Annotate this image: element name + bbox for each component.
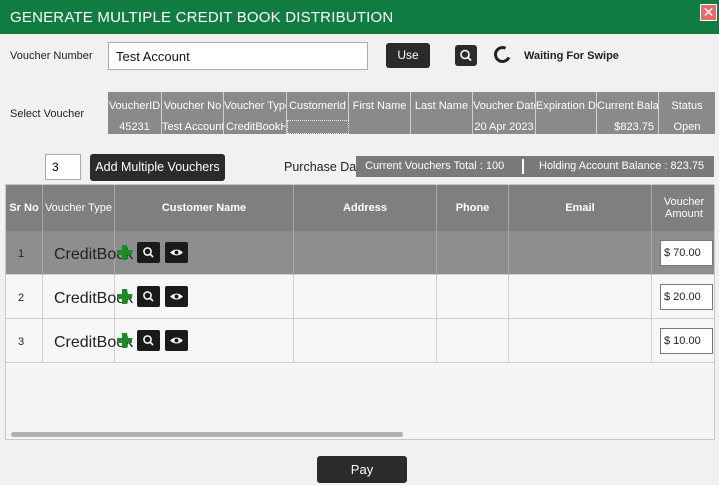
col-customer-id: CustomerId bbox=[287, 92, 349, 120]
search-icon bbox=[460, 49, 472, 62]
table-row[interactable]: 1 CreditBook $ 70.00 bbox=[6, 231, 714, 275]
purchase-date-label: Purchase Date bbox=[284, 160, 367, 174]
row-phone[interactable] bbox=[437, 231, 509, 275]
col-voucher-no: Voucher No bbox=[162, 92, 224, 120]
pay-button[interactable]: Pay bbox=[317, 456, 407, 483]
row-phone[interactable] bbox=[437, 319, 509, 363]
eye-icon bbox=[170, 249, 183, 256]
cell-first-name[interactable] bbox=[349, 120, 411, 134]
row-email[interactable] bbox=[509, 231, 652, 275]
close-icon[interactable]: ✕ bbox=[700, 4, 717, 21]
row-email[interactable] bbox=[509, 275, 652, 319]
col-status: Status bbox=[671, 100, 703, 112]
title-bar: GENERATE MULTIPLE CREDIT BOOK DISTRIBUTI… bbox=[0, 0, 719, 34]
view-customer-button[interactable] bbox=[165, 286, 188, 307]
row-address[interactable] bbox=[294, 231, 437, 275]
table-row[interactable]: 2 CreditBook $ 20.00 bbox=[6, 275, 714, 319]
voucher-number-label: Voucher Number bbox=[10, 50, 93, 62]
voucher-quantity-input[interactable] bbox=[45, 154, 81, 180]
plus-icon[interactable] bbox=[117, 245, 132, 260]
row-sr-no: 1 bbox=[18, 248, 25, 260]
row-phone[interactable] bbox=[437, 275, 509, 319]
cell-voucher-type[interactable]: CreditBookHolder bbox=[224, 120, 287, 134]
col-voucher-type: Voucher Type bbox=[224, 92, 287, 120]
cell-voucher-date[interactable]: 20 Apr 2023 bbox=[473, 120, 536, 134]
voucher-distribution-grid[interactable]: Sr No Voucher Type Customer Name Address… bbox=[5, 184, 715, 440]
col-voucher-id: VoucherID bbox=[108, 92, 162, 120]
row-sr-no: 3 bbox=[18, 336, 25, 348]
search-icon bbox=[143, 291, 154, 302]
customer-search-button[interactable] bbox=[137, 330, 160, 351]
voucher-amount-input[interactable]: $ 70.00 bbox=[660, 240, 713, 266]
col-phone: Phone bbox=[437, 185, 509, 231]
cell-voucher-id[interactable]: 45231 bbox=[108, 120, 162, 134]
view-customer-button[interactable] bbox=[165, 330, 188, 351]
add-multiple-vouchers-button[interactable]: Add Multiple Vouchers bbox=[90, 154, 225, 181]
table-row[interactable]: 3 CreditBook $ 10.00 bbox=[6, 319, 714, 363]
col-address: Address bbox=[294, 185, 437, 231]
col-first-name: First Name bbox=[349, 92, 411, 120]
voucher-number-input[interactable] bbox=[108, 42, 368, 70]
col-current-balance: Current Balance bbox=[597, 92, 659, 120]
divider bbox=[522, 159, 524, 174]
cell-expiration-date[interactable] bbox=[536, 120, 597, 134]
eye-icon bbox=[170, 337, 183, 344]
search-icon bbox=[143, 335, 154, 346]
horizontal-scrollbar[interactable] bbox=[11, 432, 403, 437]
search-icon bbox=[143, 247, 154, 258]
customer-search-button[interactable] bbox=[137, 242, 160, 263]
col-voucher-amount: Voucher Amount bbox=[652, 185, 714, 231]
row-email[interactable] bbox=[509, 319, 652, 363]
col-customer-name: Customer Name bbox=[115, 185, 294, 231]
col-email: Email bbox=[509, 185, 652, 231]
use-button[interactable]: Use bbox=[386, 43, 430, 68]
plus-icon[interactable] bbox=[117, 333, 132, 348]
plus-icon[interactable] bbox=[117, 289, 132, 304]
cell-last-name[interactable] bbox=[411, 120, 473, 134]
vouchers-total: Current Vouchers Total : 100 bbox=[365, 160, 505, 172]
cell-status[interactable]: Open bbox=[659, 120, 715, 134]
col-last-name: Last Name bbox=[411, 92, 473, 120]
loading-spinner-icon bbox=[491, 43, 514, 66]
col-voucher-type: Voucher Type bbox=[43, 185, 115, 231]
swipe-status: Waiting For Swipe bbox=[524, 50, 619, 62]
voucher-search-button[interactable] bbox=[455, 45, 477, 66]
cell-voucher-no[interactable]: Test Account bbox=[162, 120, 224, 134]
select-voucher-grid[interactable]: VoucherID Voucher No Voucher Type Custom… bbox=[108, 92, 715, 134]
voucher-amount-input[interactable]: $ 20.00 bbox=[660, 284, 713, 310]
holding-balance: Holding Account Balance : 823.75 bbox=[539, 160, 705, 172]
row-address[interactable] bbox=[294, 275, 437, 319]
cell-current-balance[interactable]: $823.75 bbox=[597, 120, 659, 134]
col-sr-no: Sr No bbox=[6, 185, 43, 231]
col-voucher-date: Voucher Date bbox=[473, 92, 536, 120]
totals-bar: Current Vouchers Total : 100 Holding Acc… bbox=[356, 156, 714, 177]
row-address[interactable] bbox=[294, 319, 437, 363]
eye-icon bbox=[170, 293, 183, 300]
voucher-amount-input[interactable]: $ 10.00 bbox=[660, 328, 713, 354]
view-customer-button[interactable] bbox=[165, 242, 188, 263]
customer-search-button[interactable] bbox=[137, 286, 160, 307]
row-sr-no: 2 bbox=[18, 292, 25, 304]
window-title: GENERATE MULTIPLE CREDIT BOOK DISTRIBUTI… bbox=[10, 9, 394, 26]
col-expiration-date: Expiration Date bbox=[536, 92, 597, 120]
select-voucher-label: Select Voucher bbox=[10, 108, 84, 120]
cell-customer-id[interactable] bbox=[287, 120, 349, 134]
